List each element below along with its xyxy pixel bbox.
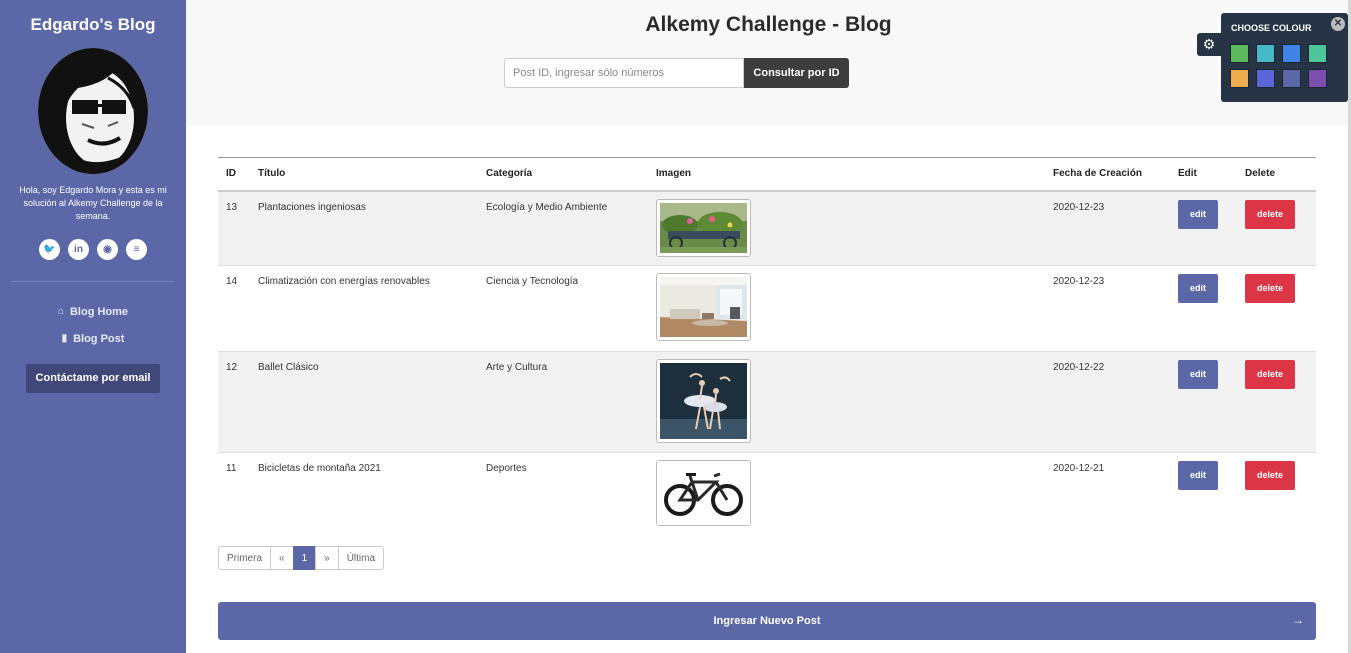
table-row: 13 Plantaciones ingeniosas Ecología y Me… <box>218 190 1316 266</box>
contact-email-button[interactable]: Contáctame por email <box>26 364 160 393</box>
post-title: Climatización con energías renovables <box>258 275 430 287</box>
new-post-button[interactable]: Ingresar Nuevo Post → <box>218 602 1316 640</box>
edit-button[interactable]: edit <box>1178 460 1218 490</box>
pagination: Primera « 1 » Última <box>218 546 385 570</box>
colour-swatch-purple[interactable] <box>1308 69 1327 88</box>
colour-swatch-green[interactable] <box>1230 44 1249 63</box>
col-delete: Delete <box>1245 168 1276 180</box>
col-category: Categoría <box>486 168 533 180</box>
edit-cell: edit <box>1170 452 1237 534</box>
page-title: Alkemy Challenge - Blog <box>645 13 892 36</box>
search-by-id-button[interactable]: Consultar por ID <box>744 58 849 88</box>
delete-cell: delete <box>1237 351 1316 452</box>
header: Alkemy Challenge - Blog Consultar por ID <box>186 0 1351 126</box>
table-row: 14 Climatización con energías renovables… <box>218 265 1316 351</box>
edit-cell: edit <box>1170 191 1237 266</box>
post-id: 13 <box>226 201 238 213</box>
edit-cell: edit <box>1170 351 1237 452</box>
home-icon: ⌂ <box>57 306 64 317</box>
post-category: Ecología y Medio Ambiente <box>486 201 608 213</box>
avatar <box>38 48 148 174</box>
delete-button[interactable]: delete <box>1245 460 1295 490</box>
post-category: Deportes <box>486 462 527 474</box>
post-title: Plantaciones ingeniosas <box>258 201 366 213</box>
colour-swatch-indigo[interactable] <box>1256 69 1275 88</box>
post-date: 2020-12-21 <box>1053 462 1105 474</box>
sidebar-item-label: Blog Post <box>73 332 125 345</box>
stackoverflow-icon[interactable]: ≡ <box>126 239 147 260</box>
post-image-cell <box>648 191 1045 266</box>
page-next[interactable]: » <box>315 546 339 570</box>
sidebar-nav: ⌂ Blog Home ▮ Blog Post <box>0 298 186 352</box>
post-image-cell <box>648 265 1045 351</box>
close-icon[interactable]: ✕ <box>1331 17 1345 31</box>
edit-cell: edit <box>1170 265 1237 351</box>
col-date: Fecha de Creación <box>1053 168 1142 180</box>
discord-icon[interactable]: ◉ <box>97 239 118 260</box>
post-id: 14 <box>226 275 238 287</box>
col-image: Imagen <box>656 168 692 180</box>
bookmark-icon: ▮ <box>61 333 68 344</box>
table-row: 11 Bicicletas de montaña 2021 Deportes 2… <box>218 452 1316 534</box>
post-thumbnail-ballet <box>656 358 751 443</box>
delete-cell: delete <box>1237 452 1316 534</box>
post-title: Bicicletas de montaña 2021 <box>258 462 381 474</box>
colour-swatch-slate[interactable] <box>1282 69 1301 88</box>
col-edit: Edit <box>1178 168 1197 180</box>
delete-button[interactable]: delete <box>1245 273 1295 303</box>
table-header-row: ID Título Categoría Imagen Fecha de Crea… <box>218 157 1316 191</box>
arrow-right-icon: → <box>1292 613 1304 627</box>
post-id-search-input[interactable] <box>504 58 744 88</box>
delete-button[interactable]: delete <box>1245 359 1295 389</box>
post-title: Ballet Clásico <box>258 361 319 373</box>
page-prev[interactable]: « <box>270 546 294 570</box>
sidebar-item-blog-home[interactable]: ⌂ Blog Home <box>0 298 186 325</box>
colour-swatch-teal[interactable] <box>1308 44 1327 63</box>
new-post-label: Ingresar Nuevo Post <box>713 615 821 627</box>
posts-table: ID Título Categoría Imagen Fecha de Crea… <box>218 157 1316 534</box>
table-row: 12 Ballet Clásico Arte y Cultura 2020-12… <box>218 351 1316 452</box>
delete-cell: delete <box>1237 191 1316 266</box>
colour-swatch-cyan[interactable] <box>1256 44 1275 63</box>
blog-title[interactable]: Edgardo's Blog <box>0 15 186 35</box>
post-thumbnail-bicycle <box>656 459 751 526</box>
post-thumbnail-room <box>656 272 751 341</box>
edit-button[interactable]: edit <box>1178 359 1218 389</box>
sidebar-item-label: Blog Home <box>69 305 129 318</box>
post-id: 11 <box>226 462 237 474</box>
colour-panel-title: CHOOSE COLOUR <box>1231 23 1312 33</box>
col-id: ID <box>226 168 236 180</box>
delete-button[interactable]: delete <box>1245 199 1295 229</box>
colour-chooser-panel: CHOOSE COLOUR ✕ <box>1221 13 1348 102</box>
post-date: 2020-12-22 <box>1053 361 1105 373</box>
post-id: 12 <box>226 361 238 373</box>
page-first[interactable]: Primera <box>218 546 272 570</box>
delete-cell: delete <box>1237 265 1316 351</box>
post-date: 2020-12-23 <box>1053 275 1105 287</box>
colour-swatch-orange[interactable] <box>1230 69 1249 88</box>
sidebar-divider <box>11 281 175 282</box>
linkedin-icon[interactable]: in <box>68 239 89 260</box>
twitter-icon[interactable]: 🐦 <box>39 239 60 260</box>
social-links: 🐦 in ◉ ≡ <box>0 239 186 260</box>
sidebar-item-blog-post[interactable]: ▮ Blog Post <box>0 325 186 352</box>
page-last[interactable]: Última <box>337 546 385 570</box>
colour-swatches <box>1230 44 1327 88</box>
post-image-cell <box>648 351 1045 452</box>
posts-table-container: ID Título Categoría Imagen Fecha de Crea… <box>218 157 1316 534</box>
post-category: Arte y Cultura <box>486 361 548 373</box>
edit-button[interactable]: edit <box>1178 199 1218 229</box>
col-title: Título <box>258 168 286 180</box>
author-bio: Hola, soy Edgardo Mora y esta es mi solu… <box>19 185 167 221</box>
page-current[interactable]: 1 <box>292 546 317 570</box>
post-image-cell <box>648 452 1045 534</box>
colour-swatch-blue[interactable] <box>1282 44 1301 63</box>
gear-icon[interactable]: ⚙ <box>1197 33 1221 56</box>
post-category: Ciencia y Tecnología <box>486 275 579 287</box>
edit-button[interactable]: edit <box>1178 273 1218 303</box>
post-thumbnail-plants <box>656 198 751 257</box>
sidebar: Edgardo's Blog Hola, soy Edgardo Mora y … <box>0 0 186 653</box>
post-date: 2020-12-23 <box>1053 201 1105 213</box>
